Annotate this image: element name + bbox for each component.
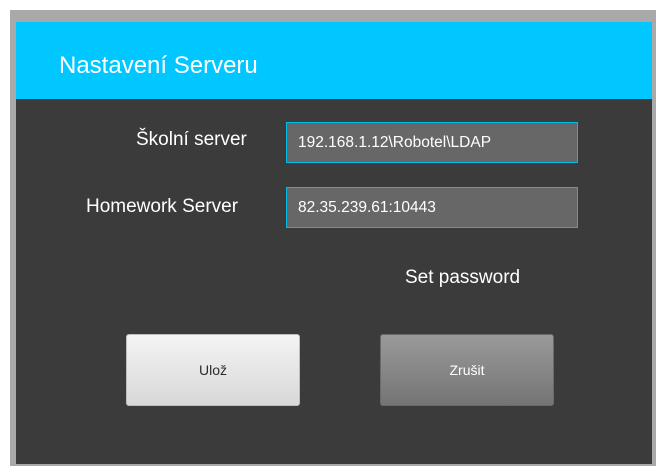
homework-server-label: Homework Server	[86, 196, 239, 217]
cancel-button[interactable]: Zrušit	[380, 334, 554, 406]
save-button-label: Ulož	[198, 362, 227, 378]
dialog-title-bar: Nastavení Serveru	[16, 22, 652, 99]
school-server-input[interactable]	[286, 122, 578, 163]
cancel-button-label: Zrušit	[449, 362, 485, 378]
dialog-title: Nastavení Serveru	[59, 52, 258, 79]
save-button[interactable]: Ulož	[126, 334, 300, 406]
homework-server-input[interactable]	[286, 187, 578, 228]
set-password-link[interactable]: Set password	[405, 267, 520, 289]
server-settings-dialog: Nastavení Serveru Školní server Homework…	[16, 22, 652, 464]
school-server-label: Školní server	[136, 129, 247, 150]
